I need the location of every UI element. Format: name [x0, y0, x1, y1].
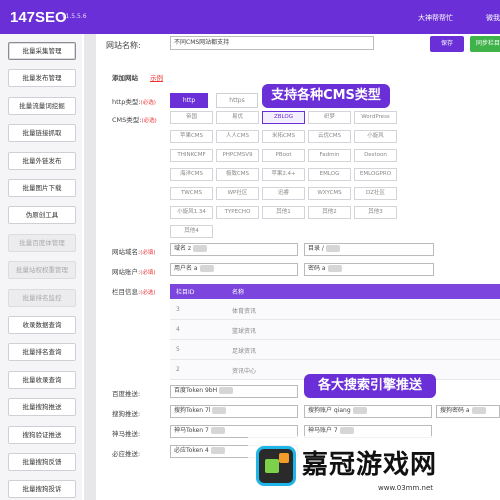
column-name-header: 名称: [232, 289, 245, 296]
column-id-header: 栏目ID: [176, 289, 195, 296]
site-name-label: 网站名称:: [106, 41, 141, 50]
cms-option[interactable]: ZBLOG: [262, 111, 305, 124]
sidebar-item[interactable]: 批量搜狗推送: [8, 398, 76, 417]
cms-option[interactable]: 帝国: [170, 111, 213, 124]
directory-input[interactable]: 目录 /: [304, 243, 434, 256]
cms-option[interactable]: WXYCMS: [308, 187, 351, 200]
cms-option[interactable]: 米拓CMS: [262, 130, 305, 143]
http-option[interactable]: http: [170, 93, 208, 108]
sidebar-scroll-gutter: [84, 34, 96, 500]
cms-option[interactable]: WP社区: [216, 187, 259, 200]
cms-option[interactable]: THINKCMF: [170, 149, 213, 162]
add-site-heading: 添加网站: [112, 74, 138, 82]
account-label: 网站账户:(必填): [112, 268, 156, 276]
username-input[interactable]: 用户名 a: [170, 263, 298, 276]
sidebar-item[interactable]: 批量采集管理: [8, 42, 76, 60]
shenma-push-label: 神马推送:: [112, 430, 141, 438]
watermark-logo-icon: [256, 446, 296, 486]
sogou-password-input[interactable]: 搜狗密码 a: [436, 405, 500, 418]
sidebar-item: 批量百度体管理: [8, 233, 76, 252]
password-input[interactable]: 密码 a: [304, 263, 434, 276]
sidebar-item[interactable]: 批量搜狗投诉: [8, 480, 76, 499]
cms-option[interactable]: 其他1: [262, 206, 305, 219]
cms-option[interactable]: 其他4: [170, 225, 213, 238]
cms-option[interactable]: PHPCMSV9: [216, 149, 259, 162]
cms-option[interactable]: 人人CMS: [216, 130, 259, 143]
cms-option[interactable]: 极致CMS: [216, 168, 259, 181]
site-name-input[interactable]: 不同CMS网站都支持: [170, 36, 374, 50]
top-header: 147SEO v1.5.5.6 大神帮帮忙 微我: [0, 0, 500, 34]
watermark-url: www.03mm.net: [378, 484, 434, 492]
watermark-text: 嘉冠游戏网: [302, 450, 438, 480]
app-logo: 147SEO: [10, 9, 67, 26]
cms-option[interactable]: 其他3: [354, 206, 397, 219]
sogou-token-input[interactable]: 搜狗Token 7l: [170, 405, 298, 418]
cms-type-label: CMS类型:(必选): [112, 116, 157, 124]
baidu-token-input[interactable]: 百度Token 9bH: [170, 385, 298, 398]
sidebar-item[interactable]: 批量发布管理: [8, 69, 76, 88]
cms-callout: 支持各种CMS类型: [262, 84, 390, 108]
cms-option[interactable]: 云优CMS: [308, 130, 351, 143]
cms-option[interactable]: Fadmin: [308, 149, 351, 162]
cms-option[interactable]: 其他2: [308, 206, 351, 219]
sidebar-item[interactable]: 批量图片下载: [8, 179, 76, 197]
baidu-push-label: 百度推送:: [112, 390, 141, 398]
https-option[interactable]: https: [216, 93, 258, 108]
table-row[interactable]: 4 篮球资讯: [170, 320, 500, 340]
cms-option[interactable]: 易优: [216, 111, 259, 124]
cms-option[interactable]: 迅睿: [262, 187, 305, 200]
cms-option[interactable]: 苹果2.4+: [262, 168, 305, 181]
cms-option[interactable]: DZ社区: [354, 187, 397, 200]
sogou-account-input[interactable]: 搜狗账户 qiang: [304, 405, 432, 418]
table-row[interactable]: 3 体育资讯: [170, 300, 500, 320]
cms-option[interactable]: EMLOGPRO: [354, 168, 397, 181]
cms-option[interactable]: Destoon: [354, 149, 397, 162]
save-button[interactable]: 保存: [430, 36, 464, 52]
cms-option[interactable]: TYPECHO: [216, 206, 259, 219]
sync-columns-button[interactable]: 同步栏目: [470, 36, 500, 52]
example-link[interactable]: 示例: [150, 72, 163, 82]
domain-input[interactable]: 域名 z: [170, 243, 298, 256]
sidebar-item[interactable]: 搜狗验证推送: [8, 425, 76, 444]
cms-option[interactable]: 织梦: [308, 111, 351, 124]
sidebar-item[interactable]: 批量链接抓取: [8, 124, 76, 143]
push-callout: 各大搜索引擎推送: [304, 374, 436, 398]
cms-option[interactable]: 小旋风: [354, 130, 397, 143]
http-type-label: http类型:(必选): [112, 98, 156, 106]
column-info-label: 栏目信息:(必选): [112, 288, 156, 296]
column-table-header: 栏目ID 名称: [170, 284, 500, 299]
sidebar-item[interactable]: 收录数据查询: [8, 316, 76, 334]
cms-option[interactable]: WordPress: [354, 111, 397, 124]
sidebar-item: 批量排名监控: [8, 288, 76, 307]
table-row[interactable]: 5 足球资讯: [170, 340, 500, 360]
cms-option[interactable]: 海洋CMS: [170, 168, 213, 181]
version-label: v1.5.5.6: [62, 13, 87, 20]
sidebar-item[interactable]: 批量外链发布: [8, 151, 76, 170]
bing-push-label: 必应推送:: [112, 450, 141, 458]
sidebar-item[interactable]: 伪原创工具: [8, 206, 76, 225]
sogou-push-label: 搜狗推送:: [112, 410, 141, 418]
sidebar-item[interactable]: 批量排名查询: [8, 343, 76, 362]
cms-option[interactable]: PBoot: [262, 149, 305, 162]
cms-option[interactable]: 苹果CMS: [170, 130, 213, 143]
user-menu[interactable]: 微我: [486, 13, 500, 23]
cms-option[interactable]: TWCMS: [170, 187, 213, 200]
sidebar-item: 批量站权权重管理: [8, 261, 76, 280]
sidebar-item[interactable]: 批量搜狗反馈: [8, 453, 76, 471]
domain-label: 网站域名:(必填): [112, 248, 156, 256]
help-link[interactable]: 大神帮帮忙: [418, 13, 453, 23]
sidebar-item[interactable]: 批量收录查询: [8, 370, 76, 389]
sidebar-item[interactable]: 批量流量词挖掘: [8, 96, 76, 115]
cms-option[interactable]: 小旋风1.34: [170, 206, 213, 219]
cms-option[interactable]: EMLOG: [308, 168, 351, 181]
